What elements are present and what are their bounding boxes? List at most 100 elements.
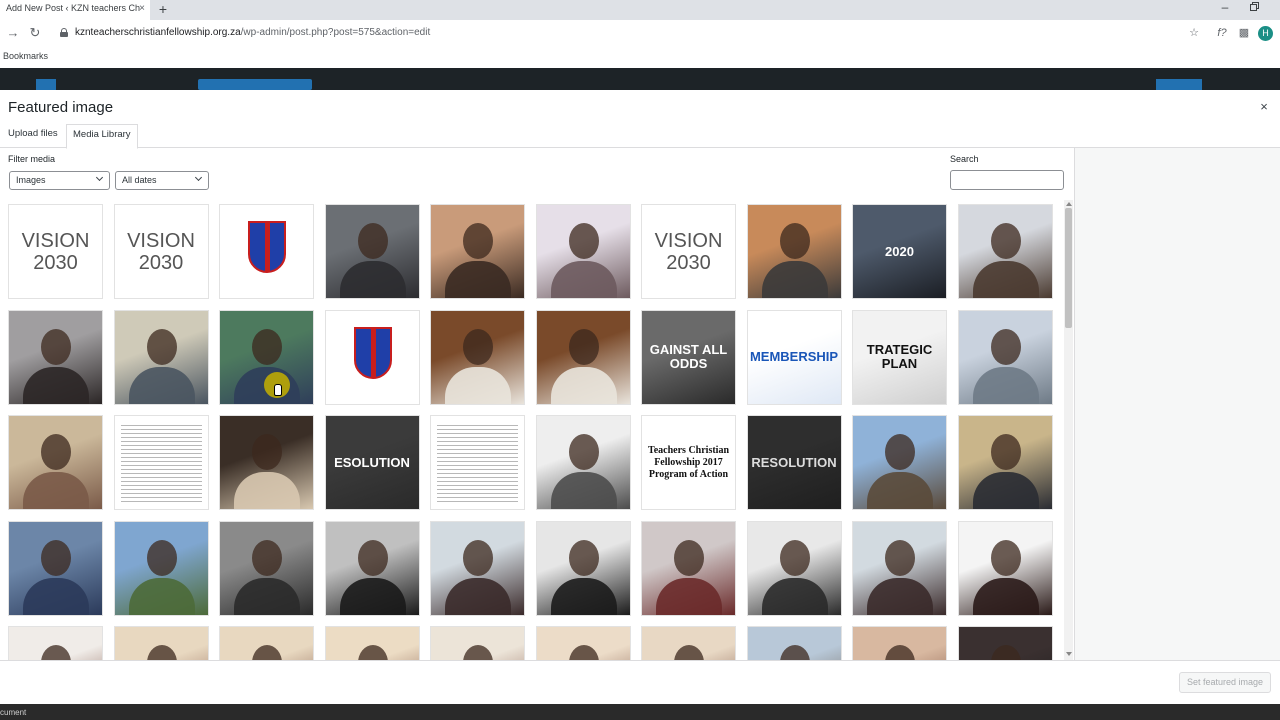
thumbnail-text: VISION 2030 <box>654 229 723 274</box>
media-attachment-thumbnail[interactable]: 2020 <box>852 204 947 299</box>
scroll-up-arrow-icon[interactable] <box>1066 202 1072 206</box>
thumbnail-text: TRATEGIC PLAN <box>866 342 933 371</box>
media-attachment-thumbnail[interactable]: Teachers Christian Fellowship 2017 Progr… <box>641 415 736 510</box>
media-attachment-thumbnail[interactable] <box>113 309 209 405</box>
media-attachment-thumbnail[interactable] <box>8 415 103 510</box>
media-attachment-thumbnail[interactable] <box>219 520 314 616</box>
media-attachment-thumbnail[interactable] <box>957 626 1053 660</box>
thumbnail-text: RESOLUTION <box>751 454 837 470</box>
media-attachment-thumbnail[interactable]: RESOLUTION <box>746 415 842 510</box>
photo-subject <box>990 328 1021 365</box>
media-type-select[interactable]: Images <box>9 171 110 190</box>
media-attachment-thumbnail[interactable] <box>746 204 842 299</box>
thumbnail-text: MEMBERSHIP <box>749 349 839 364</box>
media-attachment-thumbnail[interactable] <box>641 626 736 660</box>
media-attachment-thumbnail[interactable] <box>430 309 525 405</box>
tab-close-icon[interactable]: × <box>136 3 148 17</box>
bookmarks-label[interactable]: Bookmarks <box>3 51 48 61</box>
media-attachment-thumbnail[interactable]: MEMBERSHIP <box>746 309 842 405</box>
media-attachment-thumbnail[interactable] <box>113 626 209 660</box>
media-attachment-thumbnail[interactable] <box>219 204 314 299</box>
media-attachment-thumbnail[interactable] <box>113 415 209 510</box>
thumbnail-text: 2020 <box>885 243 914 259</box>
media-grid-scrollbar[interactable] <box>1064 200 1073 660</box>
restore-window-button[interactable] <box>1250 2 1260 12</box>
set-featured-image-button[interactable]: Set featured image <box>1179 672 1271 693</box>
media-attachment-thumbnail[interactable] <box>8 626 103 660</box>
back-arrow-icon[interactable]: → <box>4 24 22 42</box>
profile-avatar[interactable]: H <box>1258 26 1273 41</box>
media-attachment-thumbnail[interactable] <box>324 204 420 299</box>
url-domain: kznteacherschristianfellowship.org.za <box>75 27 241 38</box>
photo-subject <box>463 645 493 660</box>
photo-subject-body <box>23 472 89 509</box>
media-attachment-thumbnail[interactable] <box>535 415 631 510</box>
media-date-select[interactable]: All dates <box>115 171 209 190</box>
media-attachment-thumbnail[interactable]: ESOLUTION <box>324 415 420 510</box>
media-attachment-thumbnail[interactable] <box>219 415 314 510</box>
media-attachment-thumbnail[interactable] <box>957 520 1053 616</box>
tab-media-library[interactable]: Media Library <box>66 124 138 149</box>
media-attachment-thumbnail[interactable]: TRATEGIC PLAN <box>852 309 947 405</box>
media-attachment-thumbnail[interactable] <box>535 309 631 405</box>
media-attachment-thumbnail[interactable] <box>430 520 525 616</box>
photo-subject <box>41 645 71 660</box>
photo-subject-body <box>656 577 722 615</box>
media-attachment-thumbnail[interactable] <box>324 309 420 405</box>
reload-icon[interactable]: ↻ <box>26 24 44 42</box>
media-attachment-thumbnail[interactable] <box>8 309 103 405</box>
media-attachment-thumbnail[interactable] <box>324 520 420 616</box>
photo-subject-body <box>550 366 617 404</box>
scrollbar-thumb[interactable] <box>1065 208 1072 328</box>
media-attachment-thumbnail[interactable]: VISION 2030 <box>641 204 736 299</box>
media-attachment-thumbnail[interactable] <box>8 520 103 616</box>
media-attachment-thumbnail[interactable] <box>430 626 525 660</box>
browser-tab[interactable]: Add New Post ‹ KZN teachers Ch <box>0 0 150 20</box>
tab-upload-files[interactable]: Upload files <box>8 124 58 148</box>
media-attachment-thumbnail[interactable]: VISION 2030 <box>8 204 103 299</box>
media-attachment-thumbnail[interactable] <box>535 204 631 299</box>
hand-cursor-icon <box>274 384 282 396</box>
status-bar: cument <box>0 704 1280 720</box>
media-attachment-thumbnail[interactable] <box>957 309 1053 405</box>
media-attachment-thumbnail[interactable] <box>219 626 314 660</box>
photo-subject <box>41 328 71 365</box>
media-attachment-thumbnail[interactable] <box>535 520 631 616</box>
media-attachment-thumbnail[interactable] <box>746 626 842 660</box>
scroll-down-arrow-icon[interactable] <box>1066 652 1072 656</box>
media-attachment-thumbnail[interactable]: VISION 2030 <box>113 204 209 299</box>
media-attachment-thumbnail[interactable]: GAINST ALL ODDS <box>641 309 736 405</box>
thumbnail-text: ESOLUTION <box>334 454 410 470</box>
media-attachment-thumbnail[interactable] <box>324 626 420 660</box>
extensions-puzzle-icon[interactable]: ▩ <box>1236 25 1252 41</box>
media-attachment-thumbnail[interactable] <box>113 520 209 616</box>
photo-subject <box>885 539 915 576</box>
new-tab-button[interactable]: + <box>156 1 170 17</box>
media-attachment-thumbnail[interactable] <box>746 520 842 616</box>
media-attachment-thumbnail[interactable] <box>852 520 947 616</box>
minimize-window-button[interactable]: – <box>1218 0 1232 16</box>
photo-subject <box>779 645 810 660</box>
close-icon[interactable]: × <box>1256 99 1272 115</box>
photo-subject <box>990 539 1021 576</box>
lock-icon <box>60 28 68 37</box>
media-attachment-thumbnail[interactable] <box>957 204 1053 299</box>
photo-subject <box>568 539 599 576</box>
media-attachment-thumbnail[interactable] <box>957 415 1053 510</box>
formula-extension-icon[interactable]: f? <box>1214 25 1230 41</box>
media-attachment-thumbnail[interactable] <box>430 204 525 299</box>
media-attachment-thumbnail[interactable] <box>430 415 525 510</box>
media-attachment-thumbnail[interactable] <box>641 520 736 616</box>
photo-subject-body <box>339 577 406 615</box>
bookmark-star-icon[interactable]: ☆ <box>1186 25 1202 41</box>
search-input[interactable] <box>950 170 1064 190</box>
browser-tab-bar: Add New Post ‹ KZN teachers Ch × + – <box>0 0 1280 20</box>
url-text[interactable]: kznteacherschristianfellowship.org.za/wp… <box>75 27 430 38</box>
photo-subject <box>146 328 177 365</box>
modal-tabs: Upload files Media Library <box>0 124 1280 149</box>
photo-subject <box>885 434 915 470</box>
media-attachment-thumbnail[interactable] <box>852 415 947 510</box>
media-attachment-thumbnail[interactable] <box>535 626 631 660</box>
media-attachment-thumbnail[interactable] <box>852 626 947 660</box>
wp-publish-button <box>1156 79 1202 90</box>
